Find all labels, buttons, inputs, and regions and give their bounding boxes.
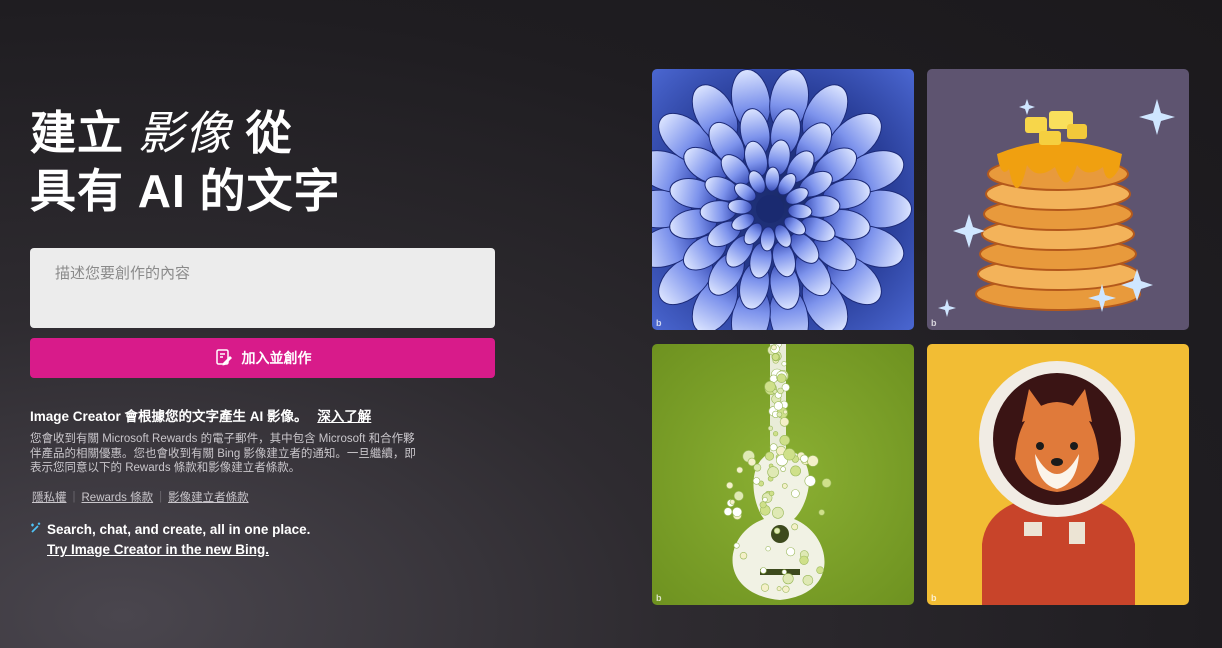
bing-watermark: b: [931, 593, 937, 603]
bing-watermark: b: [656, 318, 662, 328]
link-divider: |: [159, 491, 163, 503]
learn-more-link[interactable]: 深入了解: [317, 409, 371, 424]
bing-watermark: b: [656, 593, 662, 603]
hero-word-image: 影像: [137, 107, 232, 159]
promo-text: Search, chat, and create, all in one pla…: [47, 522, 311, 537]
rewards-terms-link[interactable]: Rewards 條款: [82, 489, 154, 505]
image-creator-terms-link[interactable]: 影像建立者條款: [168, 489, 249, 505]
privacy-link[interactable]: 隱私權: [32, 489, 67, 505]
gallery-image-shiba-astronaut[interactable]: b: [927, 344, 1189, 605]
gallery-image-flower-guitar[interactable]: b: [652, 344, 914, 605]
join-and-create-label: 加入並創作: [241, 350, 312, 366]
sparkle-icon: [30, 521, 43, 541]
info-text: Image Creator 會根據您的文字產生 AI 影像。: [30, 409, 308, 424]
join-create-icon: [214, 348, 234, 368]
hero-title: 建立 影像 從 具有 AI 的文字: [30, 104, 510, 220]
prompt-input[interactable]: [30, 248, 495, 328]
try-new-bing-link[interactable]: Try Image Creator in the new Bing.: [47, 540, 310, 560]
info-line: Image Creator 會根據您的文字產生 AI 影像。 深入了解: [30, 405, 371, 425]
join-and-create-button[interactable]: 加入並創作: [30, 338, 495, 378]
gallery-image-blue-dahlia[interactable]: b: [652, 69, 914, 330]
hero-word-create: 建立: [30, 107, 124, 159]
rewards-disclaimer: 您會收到有關 Microsoft Rewards 的電子郵件，其中包含 Micr…: [30, 433, 416, 474]
legal-links: 隱私權 | Rewards 條款 | 影像建立者條款: [32, 489, 249, 505]
hero-title-line2: 具有 AI 的文字: [30, 165, 341, 217]
link-divider: |: [72, 491, 76, 503]
hero-title-line1: 建立 影像 從: [30, 104, 510, 162]
hero-word-from: 從: [245, 107, 293, 159]
bing-watermark: b: [931, 318, 937, 328]
gallery-image-pancake-stack[interactable]: b: [927, 69, 1189, 330]
new-bing-promo: Search, chat, and create, all in one pla…: [30, 520, 310, 560]
